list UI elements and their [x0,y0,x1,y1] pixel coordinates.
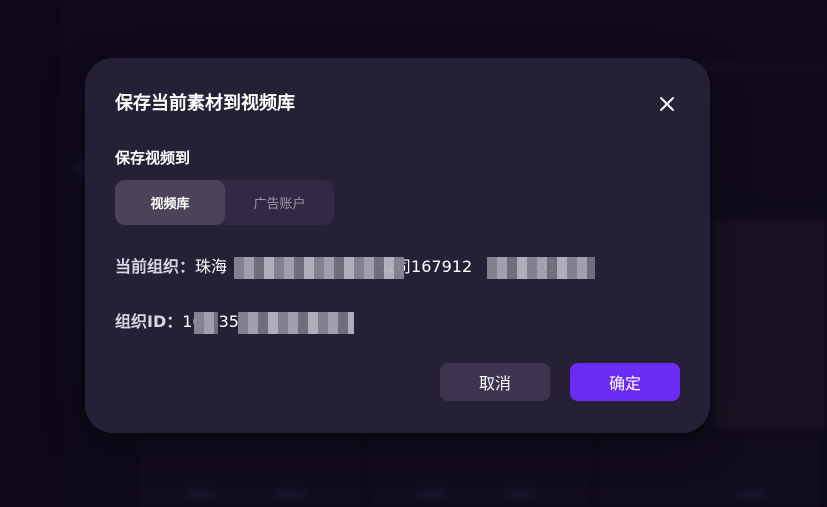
destination-tabs: 视频库 广告账户 [115,180,334,225]
save-destination-label: 保存视频到 [115,149,191,167]
save-to-library-dialog: 保存当前素材到视频库 保存视频到 视频库 广告账户 当前组织：珠海 公司16791… [85,58,710,433]
redaction-mosaic [194,312,219,334]
cancel-button[interactable]: 取消 [440,363,550,401]
close-button[interactable] [655,92,679,116]
redaction-mosaic [487,257,596,279]
close-icon [660,97,674,111]
current-organization-row: 当前组织：珠海公司16791201 [115,256,596,279]
redaction-mosaic [238,312,355,334]
dialog-title: 保存当前素材到视频库 [115,93,295,114]
redaction-mosaic [234,257,405,279]
tab-video-library[interactable]: 视频库 [115,180,225,225]
organization-id-label: 组织ID： [115,312,183,331]
organization-id-value: 16 35 [182,312,357,334]
current-organization-value: 珠海公司16791201 [195,257,596,279]
current-organization-label: 当前组织： [115,257,196,276]
organization-id-row: 组织ID：16 35 [115,311,357,334]
confirm-button[interactable]: 确定 [570,363,680,401]
tab-ad-account[interactable]: 广告账户 [225,180,334,225]
